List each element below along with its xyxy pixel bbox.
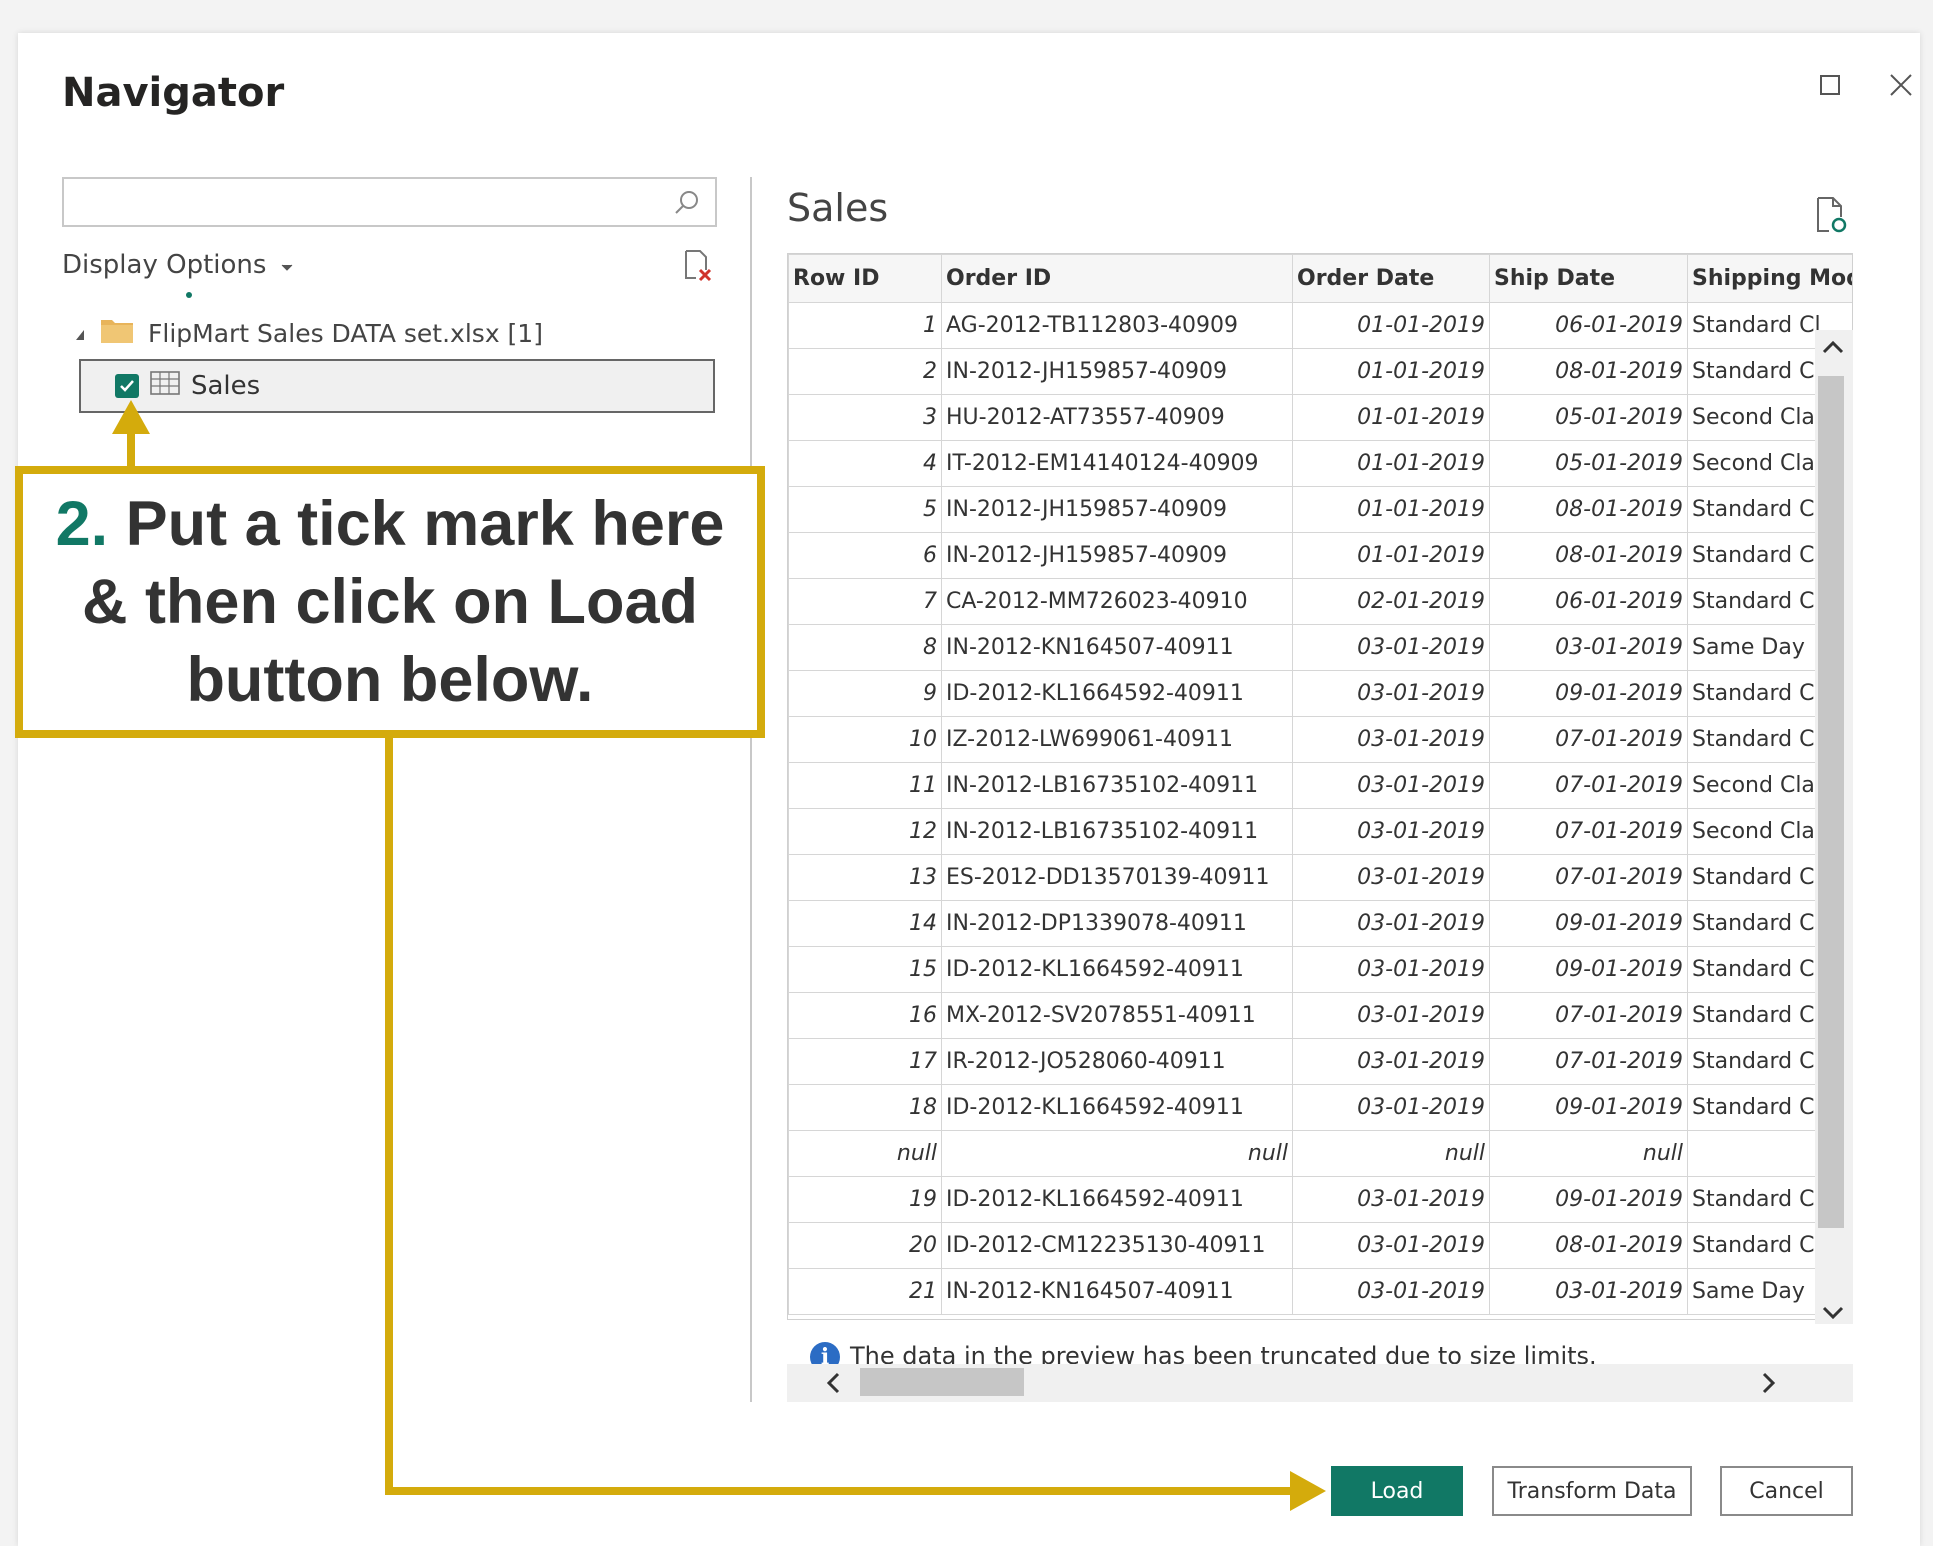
callout-line-2: & then click on Load — [81, 567, 699, 637]
callout-line-3: button below. — [186, 645, 594, 715]
callout-line-1-text: Put a tick mark here — [108, 489, 725, 559]
annotation-arrows — [112, 400, 1326, 1511]
arrow-up-head — [112, 400, 150, 434]
callout-step-number: 2. — [55, 489, 109, 559]
callout-line-1: 2. Put a tick mark here — [56, 485, 725, 563]
arrow-to-load-shaft — [385, 738, 1292, 1495]
instruction-callout: 2. Put a tick mark here & then click on … — [15, 466, 765, 738]
arrow-to-load-head — [1290, 1471, 1326, 1511]
